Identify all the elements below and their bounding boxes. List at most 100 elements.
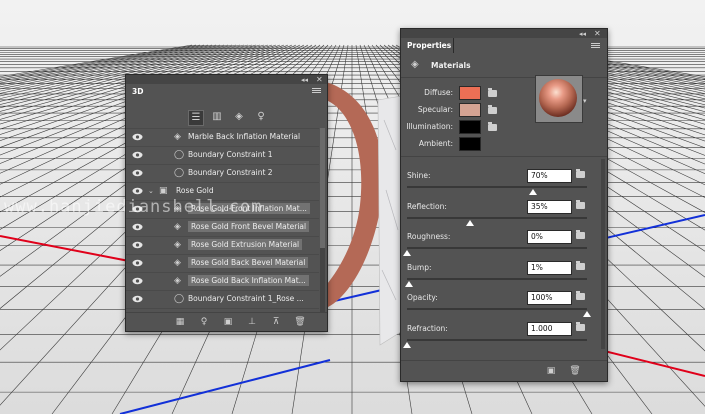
properties-titlebar[interactable] (401, 29, 607, 38)
meshes-icon[interactable]: ▥ (210, 110, 224, 124)
drop-to-plane-icon[interactable]: ⊥ (246, 316, 258, 328)
slider-thumb[interactable] (404, 280, 413, 287)
move-to-ground-icon[interactable]: ⊼ (270, 316, 282, 328)
visibility-eye-icon[interactable] (132, 223, 143, 231)
collapse-icon[interactable]: ◂◂ (301, 76, 308, 84)
new-scene-icon[interactable]: ▣ (222, 316, 234, 328)
layer-row[interactable]: ◯ Boundary Constraint 1_Rose ... (126, 290, 319, 308)
color-swatch[interactable] (459, 120, 481, 134)
whole-scene-icon[interactable]: ☰ (188, 110, 204, 126)
property-value-field[interactable]: 70% (527, 169, 572, 183)
material-sphere-icon[interactable] (539, 79, 577, 117)
slider-track[interactable] (407, 277, 587, 280)
layer-row[interactable]: ◈ Rose Gold Back Inflation Mat... (126, 272, 319, 290)
property-slider: Roughness: 0% (401, 230, 607, 260)
constraint-icon: ◯ (174, 294, 185, 304)
visibility-eye-icon[interactable] (132, 187, 143, 195)
visibility-eye-icon[interactable] (132, 133, 143, 141)
folder-icon[interactable] (576, 230, 585, 239)
property-value-field[interactable]: 1.000 (527, 321, 572, 336)
slider-track[interactable] (407, 338, 587, 341)
properties-scrollbar[interactable] (601, 159, 605, 349)
add-light-icon[interactable]: ♀ (198, 316, 210, 328)
3d-layer-list: ◈ Marble Back Inflation Material ◯ Boundary… (126, 128, 319, 326)
color-swatch[interactable] (459, 137, 481, 151)
slider-thumb[interactable] (403, 250, 411, 256)
collapse-icon[interactable]: ◂◂ (579, 30, 586, 38)
folder-icon[interactable] (576, 169, 585, 178)
mesh-icon: ▣ (159, 186, 168, 196)
material-icon: ◈ (174, 132, 181, 142)
visibility-eye-icon[interactable] (132, 259, 143, 267)
materials-icon[interactable]: ◈ (232, 110, 246, 124)
delete-icon[interactable]: 🗑 (294, 316, 306, 328)
folder-icon[interactable] (488, 105, 497, 114)
layer-label: Rose Gold Back Inflation Mat... (188, 275, 309, 286)
constraint-icon: ◯ (174, 168, 185, 178)
materials-title: Materials (431, 61, 471, 70)
property-value-field[interactable]: 100% (527, 291, 572, 305)
layer-row[interactable]: ◈ Rose Gold Back Bevel Material (126, 254, 319, 272)
property-label: Shine: (407, 171, 431, 180)
layer-label: Rose Gold Extrusion Material (188, 239, 303, 250)
close-icon[interactable]: ✕ (594, 30, 601, 38)
lights-icon[interactable]: ♀ (254, 110, 268, 124)
slider-track[interactable] (407, 216, 587, 219)
layer-label: Rose Gold Front Bevel Material (188, 221, 310, 232)
slider-thumb[interactable] (466, 219, 474, 226)
visibility-eye-icon[interactable] (132, 169, 143, 177)
folder-icon[interactable] (576, 260, 585, 270)
chevron-down-icon[interactable]: ⌄ (148, 186, 158, 196)
property-value-field[interactable]: 35% (527, 199, 572, 214)
material-icon: ◈ (174, 240, 181, 250)
layer-row[interactable]: ◈ Rose Gold Extrusion Material (126, 236, 319, 254)
slider-thumb[interactable] (403, 341, 411, 348)
folder-icon[interactable] (576, 199, 585, 209)
constraint-icon: ◯ (174, 150, 185, 160)
color-swatch[interactable] (459, 86, 481, 100)
folder-icon[interactable] (488, 88, 497, 97)
delete-icon[interactable]: 🗑 (569, 365, 581, 377)
property-label: Opacity: (407, 293, 438, 302)
visibility-eye-icon[interactable] (132, 241, 143, 249)
color-swatch[interactable] (459, 103, 481, 117)
materials-icon: ◈ (411, 59, 419, 70)
property-value-field[interactable]: 0% (527, 230, 572, 244)
layer-label: Marble Back Inflation Material (188, 132, 301, 141)
swatch-label: Specular: (417, 105, 453, 114)
watermark-text: www.hanjiedianshell.com (4, 197, 263, 217)
folder-icon[interactable] (576, 321, 585, 331)
material-icon: ◈ (174, 222, 181, 232)
swatch-label: Diffuse: (424, 88, 453, 97)
layer-row[interactable]: ◯ Boundary Constraint 1 (126, 146, 319, 164)
visibility-eye-icon[interactable] (132, 277, 143, 285)
layer-row[interactable]: ◯ Boundary Constraint 2 (126, 164, 319, 182)
property-value-field[interactable]: 1% (527, 260, 572, 275)
slider-track[interactable] (407, 247, 587, 249)
folder-icon[interactable] (576, 291, 585, 300)
folder-icon[interactable] (488, 122, 497, 131)
panel-menu-icon[interactable] (312, 87, 321, 96)
slider-thumb[interactable] (583, 311, 591, 317)
render-icon[interactable]: ▦ (174, 316, 186, 328)
visibility-eye-icon[interactable] (132, 151, 143, 159)
slider-track[interactable] (407, 308, 587, 310)
properties-footer: ▣ 🗑 (401, 360, 607, 381)
panel-menu-icon[interactable] (591, 42, 600, 51)
slider-thumb[interactable] (529, 189, 537, 195)
chevron-down-icon[interactable]: ▾ (583, 97, 587, 105)
layer-row[interactable]: ◈ Marble Back Inflation Material (126, 128, 319, 146)
material-icon: ◈ (174, 276, 181, 286)
3d-panel-scrollbar[interactable] (320, 128, 325, 314)
3d-filter-toolbar: ☰ ▥ ◈ ♀ (126, 107, 327, 129)
3d-panel-titlebar[interactable] (126, 75, 327, 84)
slider-track[interactable] (407, 186, 587, 188)
render-icon[interactable]: ▣ (545, 365, 557, 377)
properties-tab[interactable]: Properties (401, 38, 454, 53)
material-icon: ◈ (174, 258, 181, 268)
visibility-eye-icon[interactable] (132, 295, 143, 303)
close-icon[interactable]: ✕ (316, 76, 323, 84)
layer-row[interactable]: ◈ Rose Gold Front Bevel Material (126, 218, 319, 236)
property-label: Refraction: (407, 323, 448, 333)
3d-panel-tab[interactable]: 3D (126, 84, 156, 99)
